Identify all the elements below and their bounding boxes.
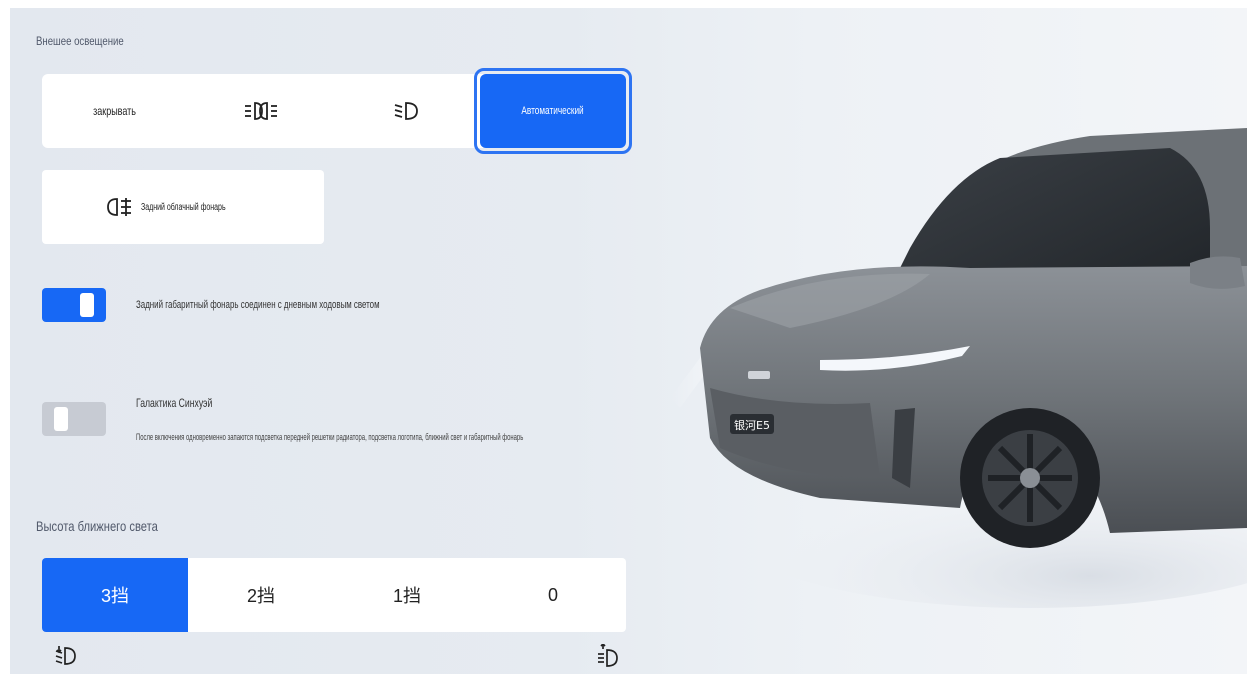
beam-level-3-button[interactable]: 3挡 — [42, 558, 188, 632]
car-image: 银河E5 — [670, 128, 1247, 608]
low-beam-icon — [393, 100, 421, 122]
mode-off-button[interactable]: закрывать — [42, 74, 188, 148]
beam-level-0-button[interactable]: 0 — [480, 558, 626, 632]
mode-low-beam-button[interactable] — [334, 74, 480, 148]
parking-lights-icon — [243, 100, 279, 122]
car-illustration: 银河E5 — [670, 8, 1247, 674]
mode-off-label: закрывать — [93, 104, 137, 118]
mode-auto-label: Автоматический — [521, 105, 585, 117]
galaxy-lighting-description: После включения одновременно запаются по… — [136, 432, 524, 443]
beam-height-title: Высота ближнего света — [36, 518, 158, 534]
beam-down-icon — [54, 644, 78, 668]
rear-position-drl-toggle[interactable] — [42, 288, 106, 322]
beam-level-1-button[interactable]: 1挡 — [334, 558, 480, 632]
beam-height-selector: 3挡 2挡 1挡 0 — [42, 558, 626, 632]
rear-fog-light-button[interactable]: Задний облачный фонарь — [42, 170, 324, 244]
toggle-knob — [54, 407, 68, 431]
beam-up-icon — [596, 644, 620, 668]
toggle-knob — [80, 293, 94, 317]
beam-level-2-button[interactable]: 2挡 — [188, 558, 334, 632]
galaxy-lighting-toggle[interactable] — [42, 402, 106, 436]
rear-fog-light-label: Задний облачный фонарь — [140, 201, 226, 213]
exterior-lighting-title: Внешее освещение — [36, 34, 124, 48]
mode-auto-button[interactable]: Автоматический — [474, 68, 632, 154]
rear-fog-light-icon — [105, 196, 133, 218]
car-badge: 银河E5 — [734, 418, 770, 432]
mode-parking-lights-button[interactable] — [188, 74, 334, 148]
exterior-light-mode-selector: закрывать Автоматический — [42, 68, 632, 154]
rear-position-drl-label: Задний габаритный фонарь соединен с днев… — [136, 299, 380, 311]
lighting-settings-screen: 银河E5 Внешее освещение закрывать Автомати… — [10, 8, 1247, 674]
galaxy-lighting-label: Галактика Синхуэй — [136, 396, 213, 410]
